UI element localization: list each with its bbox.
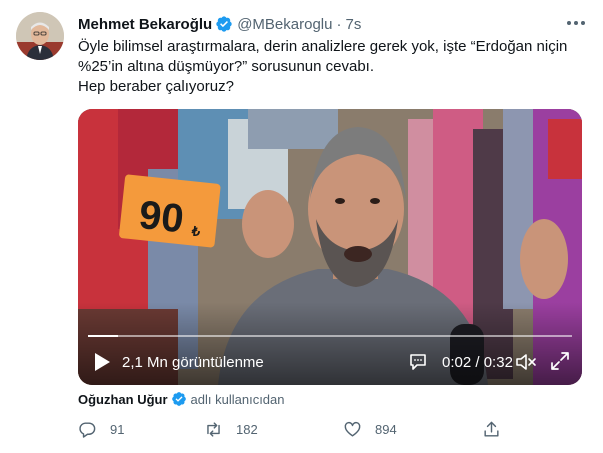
current-time: 0:02 (442, 354, 472, 371)
tweet-text-line: %25’in altına düşmüyor?” sorusunun cevab… (78, 58, 375, 75)
tweet-text: Öyle bilimsel araştırmalara, derin anali… (78, 37, 578, 97)
tweet-actions: 91 182 894 (78, 418, 508, 440)
play-icon[interactable] (92, 351, 112, 373)
video-controls: 2,1 Mn görüntülenme 0:02 / 0:32 (78, 341, 582, 385)
attribution-suffix: adlı kullanıcıdan (190, 391, 285, 407)
author-avatar[interactable] (16, 12, 64, 60)
retweet-count: 182 (236, 421, 258, 437)
share-button[interactable] (482, 418, 501, 440)
time-separator: / (475, 354, 480, 371)
tweet-text-line: Hep beraber çalıyoruz? (78, 78, 234, 95)
video-progress-fill (88, 335, 119, 337)
muted-speaker-icon[interactable] (515, 352, 537, 372)
tweet-text-line: Öyle bilimsel araştırmalara, derin anali… (78, 38, 568, 55)
video-progress-bar[interactable] (88, 335, 572, 337)
like-button[interactable]: 894 (343, 418, 397, 440)
video-attribution: Oğuzhan Uğur adlı kullanıcıdan (78, 390, 285, 408)
reply-icon (79, 421, 96, 438)
duration: 0:32 (483, 354, 513, 371)
share-icon (484, 421, 499, 437)
video-timer: 0:02 / 0:32 (442, 354, 513, 371)
video-player[interactable]: 90 ₺ 2,1 Mn görüntülenme (78, 109, 582, 385)
author-name[interactable]: Mehmet Bekaroğlu (78, 16, 212, 33)
more-options-icon[interactable] (565, 13, 587, 33)
like-count: 894 (375, 421, 397, 437)
retweet-button[interactable]: 182 (204, 418, 258, 440)
tweet-timestamp[interactable]: 7s (345, 16, 361, 33)
reply-count: 91 (110, 421, 125, 437)
tweet-header: Mehmet Bekaroğlu @MBekaroglu · 7s (78, 13, 587, 35)
verified-badge-icon (171, 391, 187, 407)
verified-badge-icon (215, 15, 233, 33)
retweet-icon (207, 421, 220, 437)
header-separator: · (336, 15, 342, 33)
reply-button[interactable]: 91 (78, 418, 124, 440)
heart-icon (344, 421, 361, 437)
attribution-name[interactable]: Oğuzhan Uğur (78, 392, 168, 407)
avatar-image (16, 12, 64, 60)
author-handle[interactable]: @MBekaroglu (237, 16, 332, 33)
fullscreen-icon[interactable] (550, 351, 570, 371)
captions-icon[interactable] (408, 352, 428, 372)
view-count: 2,1 Mn görüntülenme (122, 354, 264, 371)
